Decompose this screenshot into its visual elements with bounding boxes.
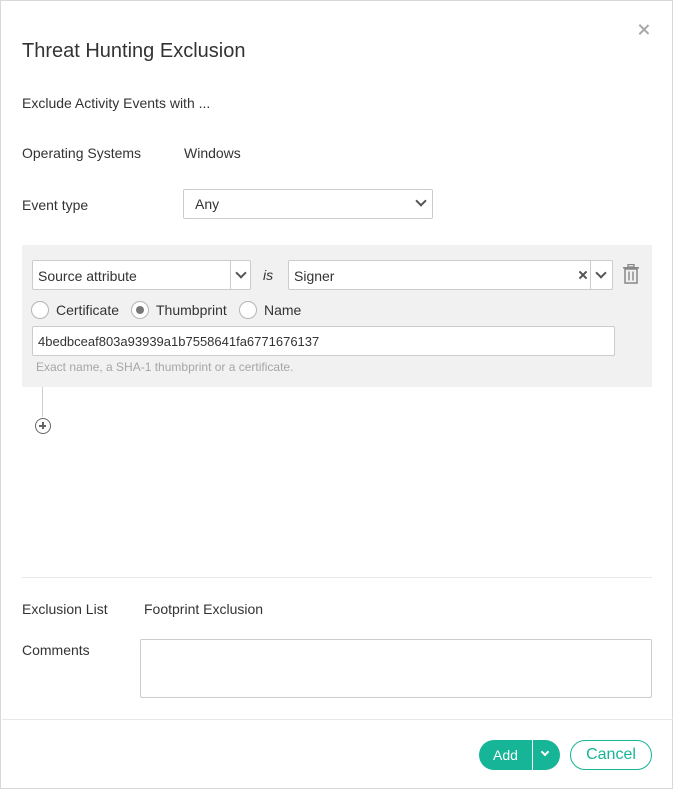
select-divider	[590, 261, 591, 289]
event-type-select[interactable]: Any	[183, 189, 433, 219]
footer-divider	[2, 719, 673, 720]
comments-label: Comments	[22, 642, 90, 658]
signer-select[interactable]: Signer	[288, 260, 613, 290]
add-condition-icon[interactable]	[35, 418, 51, 434]
thumbprint-input[interactable]: 4bedbceaf803a93939a1b7558641fa6771676137	[32, 326, 615, 356]
condition-connector	[42, 387, 43, 417]
os-label: Operating Systems	[22, 145, 142, 161]
section-divider	[22, 577, 652, 578]
clear-icon[interactable]	[578, 270, 588, 280]
close-icon[interactable]	[635, 21, 653, 39]
exclusion-list-value: Footprint Exclusion	[144, 601, 264, 617]
exclusion-list-label: Exclusion List	[22, 601, 108, 617]
comments-textarea[interactable]	[140, 639, 652, 698]
cancel-button[interactable]: Cancel	[570, 740, 652, 770]
operator-label: is	[263, 267, 274, 283]
select-divider	[230, 261, 231, 289]
radio-name-label: Name	[264, 302, 302, 318]
chevron-down-icon	[540, 747, 550, 757]
event-type-value: Any	[195, 196, 220, 212]
threat-hunting-exclusion-dialog: Threat Hunting Exclusion Exclude Activit…	[0, 0, 673, 789]
source-attribute-select[interactable]: Source attribute	[32, 260, 251, 290]
add-dropdown-button[interactable]	[533, 740, 560, 770]
source-attribute-value: Source attribute	[38, 268, 137, 284]
radio-certificate-label: Certificate	[56, 302, 120, 318]
thumbprint-input-value: 4bedbceaf803a93939a1b7558641fa6771676137	[38, 334, 320, 349]
radio-thumbprint-label: Thumbprint	[156, 302, 227, 318]
dialog-subtitle: Exclude Activity Events with ...	[22, 95, 211, 111]
signer-value: Signer	[294, 268, 335, 284]
chevron-down-icon	[235, 267, 247, 279]
event-type-label: Event type	[22, 197, 89, 213]
trash-icon[interactable]	[622, 264, 640, 284]
os-value: Windows	[184, 145, 241, 161]
add-button[interactable]: Add	[479, 740, 532, 770]
chevron-down-icon	[415, 195, 427, 207]
radio-name[interactable]	[239, 301, 257, 319]
dialog-title: Threat Hunting Exclusion	[22, 40, 246, 62]
thumbprint-hint: Exact name, a SHA-1 thumbprint or a cert…	[36, 360, 294, 374]
chevron-down-icon	[595, 267, 607, 279]
radio-thumbprint[interactable]	[131, 301, 149, 319]
radio-certificate[interactable]	[31, 301, 49, 319]
